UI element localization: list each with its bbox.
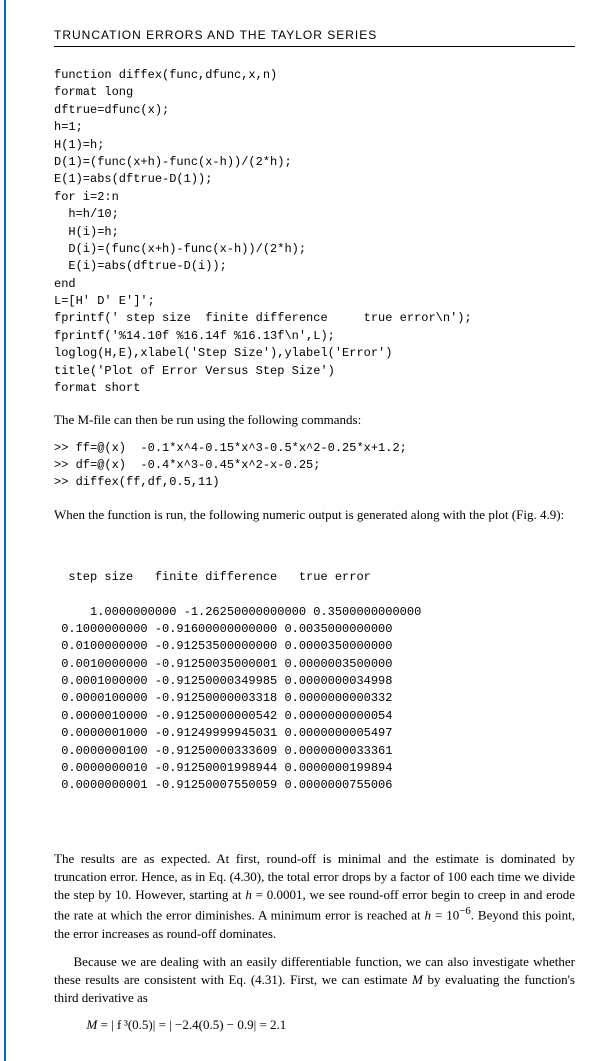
math-M-rhs: = | f ³(0.5)| = | −2.4(0.5) − 0.9| = 2.1 (97, 1017, 286, 1032)
output-table-rows: 1.0000000000 -1.26250000000000 0.3500000… (54, 605, 421, 793)
output-table-header: step size finite difference true error (54, 569, 575, 586)
page-header: TRUNCATION ERRORS AND THE TAYLOR SERIES (54, 28, 575, 47)
matlab-run-commands: >> ff=@(x) -0.1*x^4-0.15*x^3-0.5*x^2-0.2… (54, 440, 575, 492)
math-M-lhs: M (87, 1017, 98, 1032)
paragraph-output-intro: When the function is run, the following … (54, 506, 575, 524)
paragraph-run-commands: The M-file can then be run using the fol… (54, 411, 575, 429)
matlab-function-code: function diffex(func,dfunc,x,n) format l… (54, 67, 575, 397)
results-paragraph: The results are as expected. At first, r… (54, 850, 575, 943)
math-equation-M: M = | f ³(0.5)| = | −2.4(0.5) − 0.9| = 2… (87, 1017, 576, 1033)
numeric-output-table: step size finite difference true error 1… (54, 534, 575, 830)
var-M: M (412, 972, 423, 987)
page-content: TRUNCATION ERRORS AND THE TAYLOR SERIES … (4, 0, 613, 1061)
h-eq-val: = 10 (431, 908, 459, 923)
h-exp: −6 (459, 905, 471, 917)
investigate-paragraph: Because we are dealing with an easily di… (54, 953, 575, 1008)
